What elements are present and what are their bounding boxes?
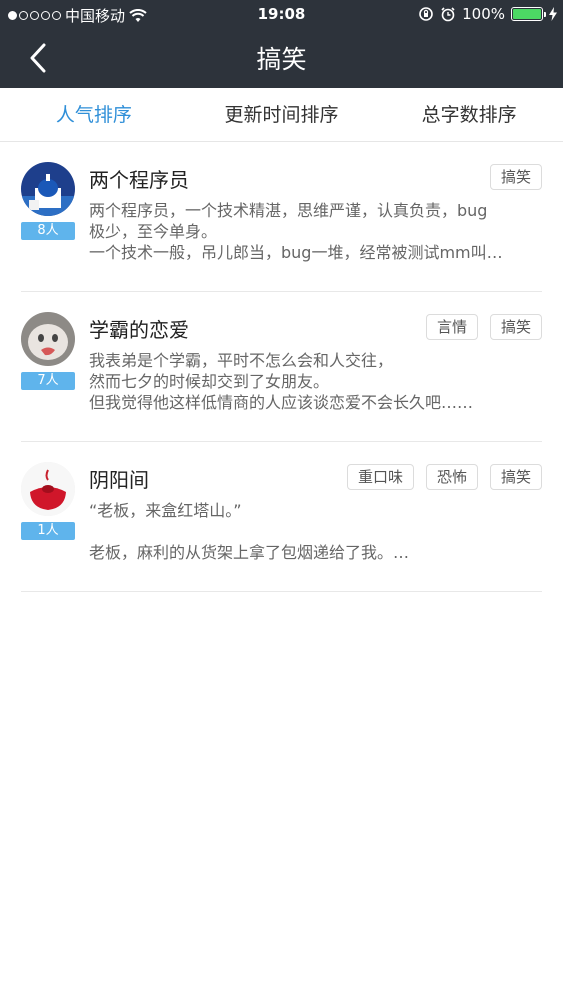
tag[interactable]: 言情 [425,314,478,340]
sort-tabs: 人气排序 更新时间排序 总字数排序 [0,88,563,142]
excerpt-line: 极少，至今单身。 [89,222,218,241]
excerpt-line: 但我觉得他这样低情商的人应该谈恋爱不会长久吧…… [89,393,474,412]
excerpt-line: “老板，来盒红塔山。” [89,501,242,520]
excerpt-line [89,521,542,542]
story-list: 8人 两个程序员 搞笑 两个程序员，一个技术精湛，思维严谨，认真负责，bug 极… [0,142,563,592]
nav-bar: 搞笑 [0,30,563,86]
battery-icon [511,7,546,21]
reader-count-badge: 8人 [21,222,75,240]
alarm-icon [441,7,455,22]
status-bar: 中国移动 19:08 100% [0,0,563,30]
avatar-wrap: 8人 [21,162,75,240]
story-title: 两个程序员 [89,168,189,192]
reader-count-badge: 7人 [21,372,75,390]
tag-group: 搞笑 [489,164,542,190]
tag[interactable]: 搞笑 [489,314,542,340]
story-excerpt: “老板，来盒红塔山。” 老板，麻利的从货架上拿了包烟递给了我。… [89,500,542,563]
battery-percent: 100% [462,5,505,23]
excerpt-line: 两个程序员，一个技术精湛，思维严谨，认真负责，bug [89,201,488,220]
tag[interactable]: 重口味 [346,464,414,490]
tag-group: 言情 搞笑 [425,314,542,340]
story-excerpt: 我表弟是个学霸，平时不怎么会和人交往， 然而七夕的时候却交到了女朋友。 但我觉得… [89,350,542,413]
list-item[interactable]: 1人 阴阳间 重口味 恐怖 搞笑 “老板，来盒红塔山。” 老板，麻利的从货架上拿… [21,442,542,592]
avatar-wrap: 7人 [21,312,75,390]
top-bar: 中国移动 19:08 100% 搞笑 [0,0,563,88]
list-item[interactable]: 8人 两个程序员 搞笑 两个程序员，一个技术精湛，思维严谨，认真负责，bug 极… [21,142,542,292]
list-item[interactable]: 7人 学霸的恋爱 言情 搞笑 我表弟是个学霸，平时不怎么会和人交往， 然而七夕的… [21,292,542,442]
charging-icon [549,7,557,21]
tag-group: 重口味 恐怖 搞笑 [346,464,542,490]
tag[interactable]: 恐怖 [425,464,478,490]
status-right: 100% [418,5,557,23]
story-title: 阴阳间 [89,468,149,492]
avatar-wrap: 1人 [21,462,75,540]
excerpt-line: 然而七夕的时候却交到了女朋友。 [89,372,330,391]
rotation-lock-icon [419,7,433,21]
tab-popularity[interactable]: 人气排序 [0,88,188,141]
excerpt-line: 一个技术一般，吊儿郎当，bug一堆，经常被测试mm叫… [89,243,503,262]
avatar [21,312,75,366]
avatar [21,162,75,216]
tag[interactable]: 搞笑 [489,164,542,190]
page-title: 搞笑 [256,45,307,74]
avatar [21,462,75,516]
story-excerpt: 两个程序员，一个技术精湛，思维严谨，认真负责，bug 极少，至今单身。 一个技术… [89,200,542,263]
excerpt-line: 老板，麻利的从货架上拿了包烟递给了我。… [89,543,410,562]
story-title: 学霸的恋爱 [89,318,189,342]
tab-word-count[interactable]: 总字数排序 [375,88,563,141]
tab-update-time[interactable]: 更新时间排序 [188,88,376,141]
tag[interactable]: 搞笑 [489,464,542,490]
excerpt-line: 我表弟是个学霸，平时不怎么会和人交往， [89,351,394,370]
reader-count-badge: 1人 [21,522,75,540]
